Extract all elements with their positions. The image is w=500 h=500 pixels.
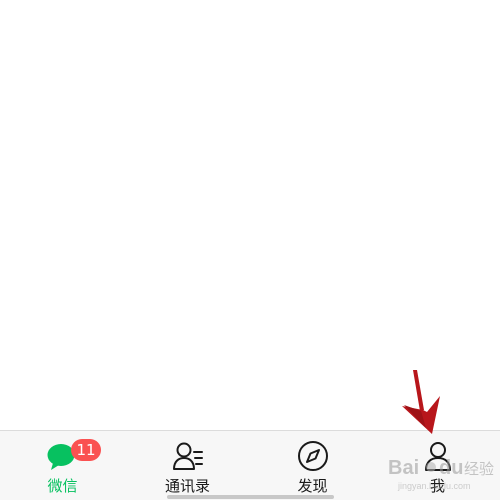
compass-icon	[297, 441, 328, 471]
unread-badge: 11	[71, 439, 101, 461]
svg-text:jingyan.baidu.com: jingyan.baidu.com	[397, 481, 471, 491]
tab-discover-label: 发现	[297, 477, 328, 495]
svg-text:Bai: Bai	[388, 457, 419, 479]
tab-contacts[interactable]: 通讯录	[125, 431, 250, 500]
contacts-icon	[172, 442, 203, 470]
svg-text:经验: 经验	[464, 460, 494, 478]
tab-contacts-label: 通讯录	[164, 477, 210, 495]
wechat-screen: 11 微信 通讯录 发现 我 Bai du 经验 jingyan.baidu.c…	[0, 0, 500, 500]
annotation-arrow-icon	[402, 370, 440, 434]
baidu-watermark-logo: Bai du 经验 jingyan.baidu.com	[388, 457, 494, 491]
home-indicator[interactable]	[167, 495, 334, 499]
tab-chats-label: 微信	[47, 477, 78, 495]
tab-discover[interactable]: 发现	[250, 431, 375, 500]
svg-text:du: du	[439, 457, 463, 479]
main-content-area	[0, 0, 500, 430]
tab-chats[interactable]: 11 微信	[0, 431, 125, 500]
